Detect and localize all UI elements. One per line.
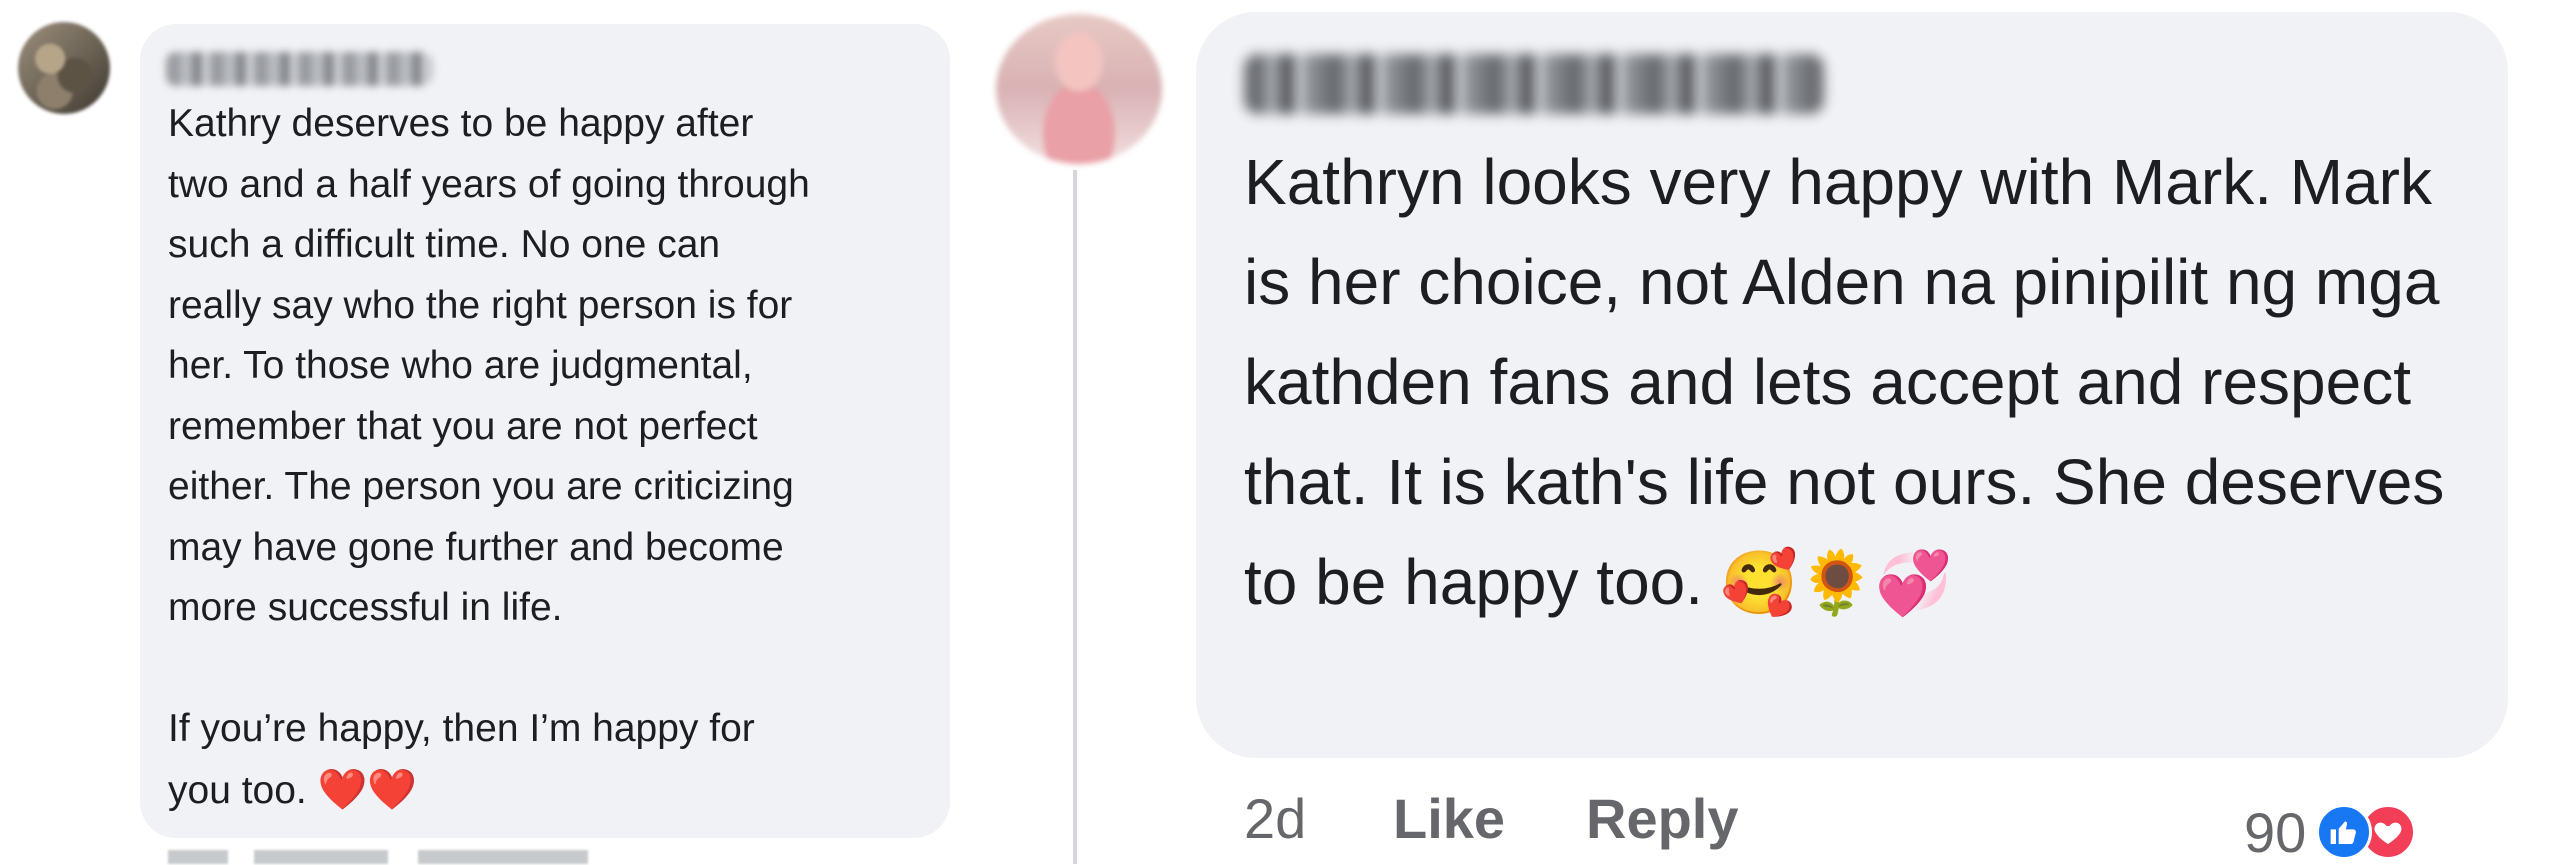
emoji-group: 🥰🌻💞 — [1720, 549, 1953, 618]
author-name-redacted[interactable] — [1244, 54, 1824, 114]
reply-button[interactable]: Reply — [1586, 786, 1739, 851]
like-button[interactable]: Like — [1393, 786, 1505, 851]
avatar[interactable] — [996, 14, 1162, 164]
comment-body: Kathry deserves to be happy after two an… — [168, 102, 810, 812]
comment-text: Kathry deserves to be happy after two an… — [168, 94, 928, 821]
reaction-count[interactable]: 90 — [2244, 800, 2306, 865]
author-name-redacted[interactable] — [166, 52, 432, 86]
comment-text: Kathryn looks very happy with Mark. Mark… — [1244, 132, 2484, 634]
reaction-summary[interactable]: 90 — [2244, 800, 2417, 865]
comment-actions-cropped — [168, 850, 588, 864]
comment-body: Kathryn looks very happy with Mark. Mark… — [1244, 146, 2445, 618]
comment-timestamp[interactable]: 2d — [1244, 786, 1306, 851]
like-reaction-icon — [2316, 804, 2373, 860]
thread-line — [1073, 170, 1077, 864]
heart-emoji: ❤️❤️ — [317, 767, 418, 812]
avatar[interactable] — [18, 22, 110, 114]
